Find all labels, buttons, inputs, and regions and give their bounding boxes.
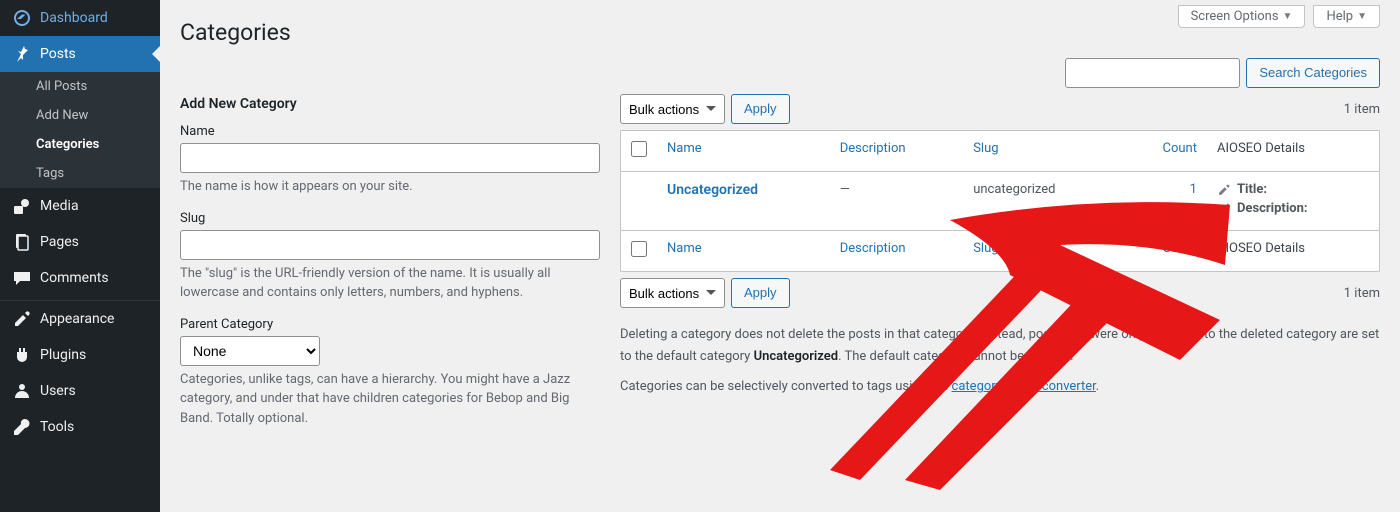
comments-icon [12, 268, 32, 288]
note-text: Categories can be selectively converted … [620, 379, 952, 394]
item-count-top: 1 item [1344, 102, 1380, 117]
col-aioseo: AIOSEO Details [1207, 131, 1379, 172]
sidebar-item-label: Pages [40, 234, 79, 250]
sidebar-item-media[interactable]: Media [0, 188, 160, 224]
sidebar-item-label: Comments [40, 270, 109, 286]
sidebar-item-appearance[interactable]: Appearance [0, 301, 160, 337]
pages-icon [12, 232, 32, 252]
admin-sidebar: Dashboard Posts All Posts Add New Catego… [0, 0, 160, 512]
help-button[interactable]: Help ▼ [1313, 5, 1380, 28]
row-count[interactable]: 1 [1190, 182, 1197, 197]
sidebar-item-dashboard[interactable]: Dashboard [0, 0, 160, 36]
col-aioseo-foot: AIOSEO Details [1207, 230, 1379, 271]
dashboard-icon [12, 8, 32, 28]
col-description[interactable]: Description [830, 131, 963, 172]
pencil-icon [1217, 183, 1231, 197]
posts-submenu: All Posts Add New Categories Tags [0, 72, 160, 188]
parent-label: Parent Category [180, 317, 600, 332]
categories-list: Bulk actions Apply 1 item Name Descripti… [620, 88, 1380, 442]
add-category-form: Add New Category Name The name is how it… [180, 88, 600, 442]
sidebar-item-label: Dashboard [40, 10, 108, 26]
slug-description: The "slug" is the URL-friendly version o… [180, 264, 600, 303]
row-name[interactable]: Uncategorized [667, 182, 758, 198]
col-name[interactable]: Name [657, 131, 830, 172]
chevron-down-icon: ▼ [1357, 11, 1367, 22]
submenu-tags[interactable]: Tags [0, 159, 160, 188]
sidebar-item-label: Posts [40, 46, 76, 62]
pencil-icon [1217, 202, 1231, 216]
col-count-foot[interactable]: Count [1122, 230, 1207, 271]
note-default-category: Uncategorized [754, 349, 839, 364]
submenu-all-posts[interactable]: All Posts [0, 72, 160, 101]
item-count-bottom: 1 item [1344, 286, 1380, 301]
name-label: Name [180, 124, 600, 139]
apply-top-button[interactable]: Apply [731, 94, 790, 124]
name-description: The name is how it appears on your site. [180, 177, 600, 197]
bulk-actions-bottom[interactable]: Bulk actions [620, 278, 725, 308]
sidebar-item-tools[interactable]: Tools [0, 409, 160, 445]
sidebar-item-comments[interactable]: Comments [0, 260, 160, 296]
sidebar-item-label: Plugins [40, 347, 86, 363]
help-label: Help [1326, 9, 1353, 24]
pin-icon [12, 44, 32, 64]
tablenav-bottom: Bulk actions Apply 1 item [620, 278, 1380, 308]
sidebar-item-posts[interactable]: Posts [0, 36, 160, 72]
categories-table: Name Description Slug Count AIOSEO Detai… [620, 130, 1380, 272]
tools-icon [12, 417, 32, 437]
footer-notes: Deleting a category does not delete the … [620, 324, 1380, 398]
slug-label: Slug [180, 211, 600, 226]
category-converter-link[interactable]: category to tag converter [952, 379, 1096, 394]
search-categories-button[interactable]: Search Categories [1246, 58, 1380, 88]
screen-options-button[interactable]: Screen Options ▼ [1178, 5, 1306, 28]
sidebar-item-label: Users [40, 383, 76, 399]
search-input[interactable] [1065, 58, 1240, 88]
row-slug: uncategorized [963, 172, 1122, 230]
select-all-top[interactable] [631, 141, 647, 157]
media-icon [12, 196, 32, 216]
apply-bottom-button[interactable]: Apply [731, 278, 790, 308]
tablenav-top: Bulk actions Apply 1 item [620, 94, 1380, 124]
screen-options-label: Screen Options [1191, 9, 1279, 24]
sidebar-item-label: Media [40, 198, 79, 214]
submenu-add-new[interactable]: Add New [0, 101, 160, 130]
note-text: . The default category cannot be deleted… [838, 349, 1073, 364]
main-content: Screen Options ▼ Help ▼ Categories Searc… [160, 0, 1400, 512]
note-text: . [1096, 379, 1099, 394]
sidebar-item-plugins[interactable]: Plugins [0, 337, 160, 373]
aioseo-title-label: Title: [1237, 182, 1267, 197]
parent-description: Categories, unlike tags, can have a hier… [180, 370, 600, 429]
aioseo-desc-label: Description: [1237, 201, 1308, 216]
col-slug-foot[interactable]: Slug [963, 230, 1122, 271]
col-slug[interactable]: Slug [963, 131, 1122, 172]
search-row: Search Categories [1065, 58, 1380, 88]
sidebar-item-label: Tools [40, 419, 74, 435]
sidebar-item-pages[interactable]: Pages [0, 224, 160, 260]
chevron-down-icon: ▼ [1283, 11, 1293, 22]
slug-input[interactable] [180, 230, 600, 260]
submenu-categories[interactable]: Categories [0, 130, 160, 159]
form-heading: Add New Category [180, 96, 600, 112]
appearance-icon [12, 309, 32, 329]
col-description-foot[interactable]: Description [830, 230, 963, 271]
sidebar-item-label: Appearance [40, 311, 114, 327]
select-all-bottom[interactable] [631, 241, 647, 257]
bulk-actions-top[interactable]: Bulk actions [620, 94, 725, 124]
col-count[interactable]: Count [1122, 131, 1207, 172]
col-name-foot[interactable]: Name [657, 230, 830, 271]
table-row: Uncategorized — uncategorized 1 Title: D… [621, 172, 1379, 230]
name-input[interactable] [180, 143, 600, 173]
row-description: — [830, 172, 963, 230]
row-aioseo: Title: Description: [1207, 172, 1379, 230]
parent-select[interactable]: None [180, 336, 320, 366]
sidebar-item-users[interactable]: Users [0, 373, 160, 409]
plugins-icon [12, 345, 32, 365]
users-icon [12, 381, 32, 401]
